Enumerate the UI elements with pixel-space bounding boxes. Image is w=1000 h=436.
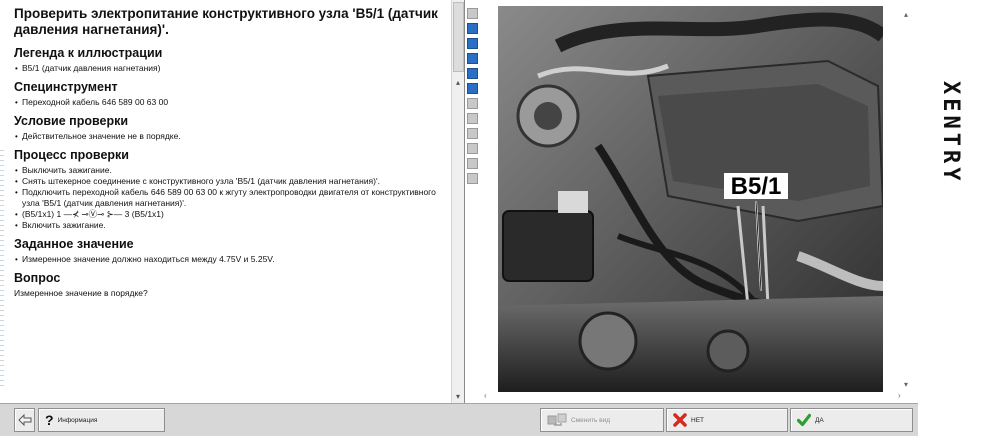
- panel-divider[interactable]: [464, 0, 465, 403]
- list-item: Измеренное значение должно находиться ме…: [14, 254, 446, 265]
- list-item: (B5/1x1) 1 —⊀ ⊸Ⓥ⊸ ⊱— 3 (B5/1x1): [14, 209, 446, 220]
- x-icon: [673, 413, 687, 427]
- scroll-up-icon[interactable]: ▴: [452, 78, 464, 87]
- section-special-tools: Специнструмент Переходной кабель 646 589…: [14, 80, 446, 108]
- list-item: Переходной кабель 646 589 00 63 00: [14, 97, 446, 108]
- question-icon: ?: [45, 412, 54, 428]
- yes-button-label: ДА: [815, 416, 824, 424]
- page-title: Проверить электропитание конструктивного…: [14, 6, 438, 37]
- tool-button[interactable]: [467, 173, 478, 184]
- callout-label: B5/1: [731, 173, 782, 200]
- tool-button[interactable]: [467, 113, 478, 124]
- tool-button[interactable]: [467, 143, 478, 154]
- section-legend: Легенда к иллюстрации B5/1 (датчик давле…: [14, 46, 446, 74]
- list-item: Включить зажигание.: [14, 220, 446, 231]
- list-item: B5/1 (датчик давления нагнетания): [14, 63, 446, 74]
- zoom-in-icon[interactable]: [467, 23, 478, 34]
- section-heading: Вопрос: [14, 271, 61, 285]
- change-view-label: Сменить вид: [571, 416, 611, 424]
- engine-photo: B5/1: [498, 6, 883, 392]
- scroll-down-icon[interactable]: ▾: [452, 392, 464, 401]
- tool-button[interactable]: [467, 98, 478, 109]
- section-heading: Заданное значение: [14, 237, 134, 251]
- image-h-scrollbar[interactable]: ‹ ›: [476, 391, 912, 402]
- change-view-button[interactable]: Сменить вид: [540, 408, 664, 432]
- list-item: Подключить переходной кабель 646 589 00 …: [14, 187, 446, 209]
- list-item: Снять штекерное соединение с конструктив…: [14, 176, 446, 187]
- back-arrow-icon: [17, 414, 31, 426]
- tool-button[interactable]: [467, 128, 478, 139]
- print-icon[interactable]: [467, 68, 478, 79]
- engine-illustration[interactable]: B5/1: [498, 6, 883, 392]
- scroll-up-icon[interactable]: ▴: [900, 10, 912, 19]
- section-heading: Легенда к иллюстрации: [14, 46, 163, 60]
- tool-button[interactable]: [467, 8, 478, 19]
- tool-button[interactable]: [467, 158, 478, 169]
- zoom-out-icon[interactable]: [467, 38, 478, 49]
- image-toolbar: [466, 8, 478, 188]
- section-question: Вопрос Измеренное значение в порядке?: [14, 271, 446, 299]
- change-view-icon: [547, 413, 567, 426]
- instruction-panel: Проверить электропитание конструктивного…: [8, 0, 450, 403]
- no-button-label: НЕТ: [691, 416, 704, 424]
- list-item: Выключить зажигание.: [14, 165, 446, 176]
- scroll-right-icon[interactable]: ›: [898, 391, 901, 400]
- section-test-procedure: Процесс проверки Выключить зажигание. Сн…: [14, 148, 446, 231]
- no-button[interactable]: НЕТ: [666, 408, 788, 432]
- image-v-scrollbar[interactable]: ▴ ▾: [900, 6, 912, 392]
- xentry-logo: XENTRY: [938, 81, 963, 185]
- scroll-thumb[interactable]: [453, 2, 464, 72]
- yes-button[interactable]: ДА: [790, 408, 913, 432]
- fit-icon[interactable]: [467, 53, 478, 64]
- app-window: Проверить электропитание конструктивного…: [0, 0, 1000, 436]
- scroll-left-icon[interactable]: ‹: [484, 391, 487, 400]
- info-button-label: Информация: [57, 416, 98, 424]
- bottom-toolbar: ? Информация Сменить вид НЕТ ДА: [0, 403, 918, 436]
- section-specified-value: Заданное значение Измеренное значение до…: [14, 237, 446, 265]
- text-scrollbar[interactable]: ▴ ▴ ▾: [451, 0, 464, 403]
- panel-edge-decoration: [0, 150, 4, 390]
- info-button[interactable]: ? Информация: [38, 408, 165, 432]
- section-test-condition: Условие проверки Действительное значение…: [14, 114, 446, 142]
- section-heading: Условие проверки: [14, 114, 129, 128]
- check-icon: [797, 413, 811, 427]
- section-heading: Специнструмент: [14, 80, 118, 94]
- save-icon[interactable]: [467, 83, 478, 94]
- back-button[interactable]: [14, 408, 35, 432]
- scroll-down-icon[interactable]: ▾: [900, 380, 912, 389]
- question-text: Измеренное значение в порядке?: [14, 288, 148, 298]
- section-heading: Процесс проверки: [14, 148, 129, 162]
- list-item: Действительное значение не в порядке.: [14, 131, 446, 142]
